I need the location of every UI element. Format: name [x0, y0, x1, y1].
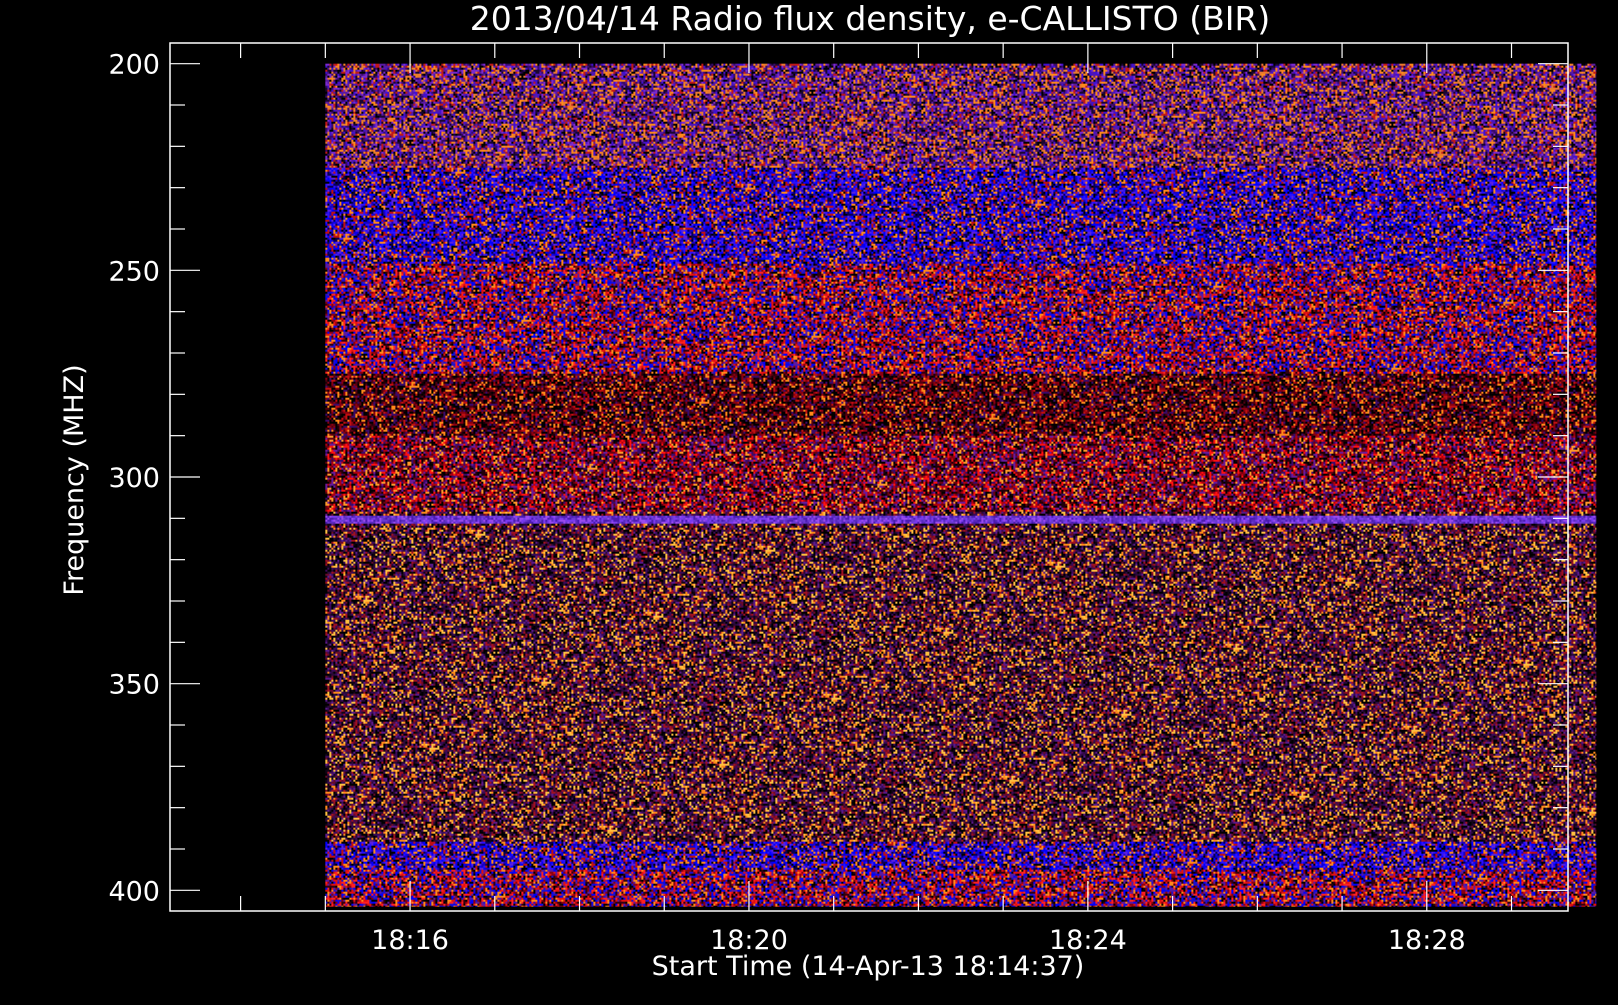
y-tick-label: 400 [108, 876, 160, 907]
x-axis-label: Start Time (14-Apr-13 18:14:37) [652, 951, 1085, 982]
y-axis-label: Frequency (MHZ) [59, 364, 90, 595]
spectrogram-svg: 2013/04/14 Radio flux density, e-CALLIST… [0, 0, 1618, 1000]
x-tick-label: 18:16 [371, 925, 449, 956]
heatmap-layer [325, 63, 1597, 907]
y-tick-label: 300 [108, 463, 160, 494]
chart-title: 2013/04/14 Radio flux density, e-CALLIST… [470, 0, 1271, 38]
x-tick-label: 18:28 [1388, 925, 1466, 956]
y-tick-label: 250 [108, 256, 160, 287]
y-tick-label: 350 [108, 670, 160, 701]
spectrogram-image [325, 63, 1597, 907]
y-tick-label: 200 [108, 50, 160, 81]
spectrogram-figure: 2013/04/14 Radio flux density, e-CALLIST… [0, 0, 1618, 1000]
